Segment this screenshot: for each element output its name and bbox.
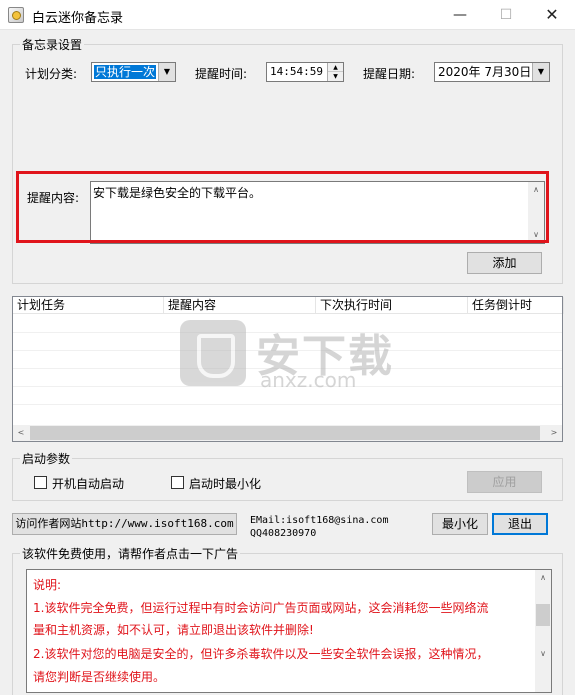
spin-down-icon[interactable]: ▼	[328, 72, 343, 81]
date-value: 2020年 7月30日	[438, 65, 532, 79]
scroll-thumb[interactable]	[30, 426, 540, 440]
time-picker[interactable]: 14:54:59 ▲ ▼	[266, 62, 344, 82]
email-text: EMail:isoft168@sina.com	[250, 515, 389, 526]
time-label: 提醒时间:	[195, 67, 248, 81]
add-button[interactable]: 添加	[467, 252, 542, 274]
time-value: 14:54:59	[270, 65, 323, 78]
close-window-button[interactable]: ✕	[529, 0, 575, 30]
visit-website-button[interactable]: 访问作者网站http://www.isoft168.com	[12, 513, 237, 535]
column-header-countdown[interactable]: 任务倒计时	[468, 297, 564, 314]
scroll-down-icon[interactable]: ∨	[535, 646, 551, 662]
ad-line: 说明:	[33, 578, 62, 592]
startup-title: 启动参数	[20, 450, 73, 467]
grid-line	[13, 404, 562, 405]
memo-settings-title: 备忘录设置	[20, 36, 85, 53]
qq-text: QQ408230970	[250, 528, 317, 539]
ad-line: 量和主机资源，如不认可，请立即退出该软件并删除!	[33, 623, 314, 637]
category-value: 只执行一次	[94, 65, 157, 79]
ad-line: 请您判断是否继续使用。	[33, 670, 166, 684]
window-title: 白云迷你备忘录	[32, 11, 124, 26]
column-header-content[interactable]: 提醒内容	[164, 297, 316, 314]
category-label: 计划分类:	[25, 67, 78, 81]
scroll-up-icon[interactable]: ∧	[535, 570, 551, 586]
scroll-left-icon[interactable]: <	[13, 425, 29, 441]
category-select[interactable]: 只执行一次 ▼	[91, 62, 176, 82]
column-header-task[interactable]: 计划任务	[13, 297, 164, 314]
date-picker[interactable]: 2020年 7月30日 ▼	[434, 62, 550, 82]
app-icon	[8, 7, 24, 23]
maximize-window-button[interactable]: ☐	[483, 0, 529, 30]
column-header-next-run[interactable]: 下次执行时间	[316, 297, 468, 314]
autostart-label: 开机自动启动	[52, 477, 125, 491]
chevron-down-icon[interactable]: ▼	[158, 63, 175, 81]
minimize-window-button[interactable]: —	[437, 0, 483, 30]
date-label: 提醒日期:	[363, 67, 416, 81]
ad-title: 该软件免费使用，请帮作者点击一下广告	[20, 545, 241, 562]
shield-icon	[180, 320, 246, 386]
title-bar: 白云迷你备忘录 — ☐ ✕	[0, 0, 575, 30]
watermark: 安下载 anxz.com	[180, 320, 400, 392]
time-spin-buttons[interactable]: ▲ ▼	[327, 63, 343, 81]
minimize-on-start-label: 启动时最小化	[189, 477, 262, 491]
scroll-right-icon[interactable]: >	[546, 425, 562, 441]
chevron-down-icon[interactable]: ▼	[532, 63, 549, 81]
highlight-box	[16, 171, 549, 243]
contact-info: EMail:isoft168@sina.com QQ408230970	[250, 514, 388, 540]
ad-line: 1.该软件完全免费，但运行过程中有时会访问广告页面或网站，这会消耗您一些网络流	[33, 601, 489, 615]
ad-scrollbar[interactable]: ∧ ∨	[535, 570, 551, 692]
scroll-thumb[interactable]	[536, 604, 550, 626]
watermark-url: anxz.com	[260, 368, 357, 392]
spin-up-icon[interactable]: ▲	[328, 63, 343, 72]
task-list-header: 计划任务 提醒内容 下次执行时间 任务倒计时	[13, 297, 564, 314]
checkbox-icon[interactable]	[34, 476, 47, 489]
checkbox-icon[interactable]	[171, 476, 184, 489]
exit-button[interactable]: 退出	[492, 513, 548, 535]
apply-button[interactable]: 应用	[467, 471, 542, 493]
ad-line: 2.该软件对您的电脑是安全的，但许多杀毒软件以及一些安全软件会误报，这种情况，	[33, 647, 489, 661]
ad-textbox[interactable]: 说明: 1.该软件完全免费，但运行过程中有时会访问广告页面或网站，这会消耗您一些…	[26, 569, 552, 693]
task-list-hscrollbar[interactable]: < >	[13, 425, 562, 441]
minimize-button[interactable]: 最小化	[432, 513, 488, 535]
